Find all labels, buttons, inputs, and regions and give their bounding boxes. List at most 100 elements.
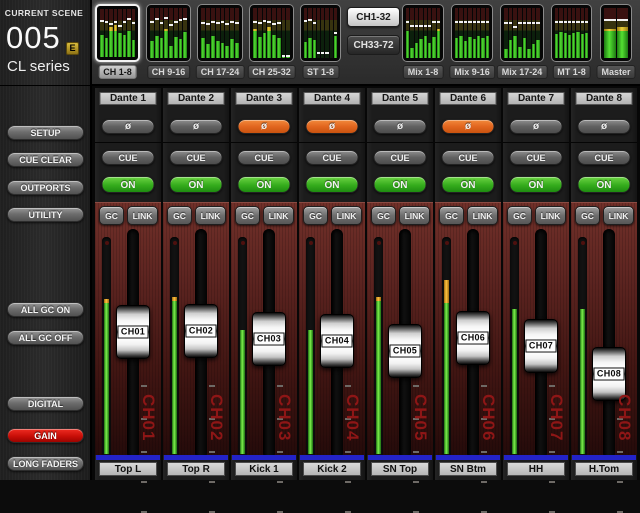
meter-bar	[572, 8, 575, 58]
gain-compensation-button[interactable]: GC	[371, 206, 396, 225]
phase-button[interactable]: ø	[102, 119, 155, 134]
fader-cap[interactable]: CH03	[252, 312, 286, 366]
gain-compensation-button[interactable]: GC	[303, 206, 328, 225]
on-button[interactable]: ON	[578, 176, 631, 193]
link-button[interactable]: LINK	[331, 206, 362, 225]
link-button[interactable]: LINK	[467, 206, 498, 225]
channel-name-label[interactable]: Kick 1	[235, 462, 293, 476]
fader-track[interactable]	[603, 229, 615, 459]
channel-name-label[interactable]: HH	[507, 462, 565, 476]
link-button[interactable]: LINK	[535, 206, 566, 225]
link-button[interactable]: LINK	[603, 206, 634, 225]
meter-bar	[277, 8, 281, 58]
on-button[interactable]: ON	[510, 176, 563, 193]
meter-block-display[interactable]	[300, 4, 341, 62]
fader-cap[interactable]: CH02	[184, 304, 218, 358]
sidebar-button-setup[interactable]: SETUP	[7, 125, 84, 140]
sidebar-button-gain[interactable]: GAIN	[7, 428, 84, 443]
meter-block-label[interactable]: ST 1-8	[302, 65, 339, 79]
phase-button[interactable]: ø	[510, 119, 563, 134]
channel-name-label[interactable]: H.Tom	[575, 462, 633, 476]
meter-bar	[100, 9, 104, 57]
cue-button[interactable]: CUE	[102, 150, 155, 165]
cue-button[interactable]: CUE	[238, 150, 291, 165]
meter-bar	[169, 8, 173, 58]
meter-block-display[interactable]	[551, 4, 592, 62]
meter-block-label[interactable]: Mix 17-24	[497, 65, 548, 79]
channel-strip: Dante 2 ø CUE ON GC LINK CH02	[163, 88, 229, 480]
meter-block-display[interactable]	[197, 4, 243, 62]
fader-cap[interactable]: CH05	[388, 324, 422, 378]
divider	[299, 142, 365, 143]
meter-block-display[interactable]	[249, 4, 294, 62]
link-button[interactable]: LINK	[195, 206, 226, 225]
meter-fill	[512, 309, 517, 454]
channel-name-label[interactable]: Top L	[99, 462, 157, 476]
meter-block-display[interactable]	[600, 4, 632, 62]
cue-button[interactable]: CUE	[306, 150, 359, 165]
gain-compensation-button[interactable]: GC	[167, 206, 192, 225]
phase-button[interactable]: ø	[442, 119, 495, 134]
on-button[interactable]: ON	[238, 176, 291, 193]
phase-button[interactable]: ø	[374, 119, 427, 134]
channel-name-label[interactable]: Top R	[167, 462, 225, 476]
bank-button-ch33-72[interactable]: CH33-72	[347, 35, 400, 55]
on-button[interactable]: ON	[442, 176, 495, 193]
meter-block-display[interactable]	[500, 4, 544, 62]
sidebar-button-cue-clear[interactable]: CUE CLEAR	[7, 152, 84, 167]
fader-cap[interactable]: CH07	[524, 319, 558, 373]
meter-block-label[interactable]: Mix 1-8	[403, 65, 444, 79]
fader-cap[interactable]: CH04	[320, 314, 354, 368]
link-button[interactable]: LINK	[263, 206, 294, 225]
meter-block-label[interactable]: Master	[596, 65, 635, 79]
sidebar-button-all-gc-off[interactable]: ALL GC OFF	[7, 330, 84, 345]
meter-block-display[interactable]	[402, 4, 444, 62]
phase-button[interactable]: ø	[306, 119, 359, 134]
sidebar-button-long-faders[interactable]: LONG FADERS	[7, 456, 84, 471]
gain-compensation-button[interactable]: GC	[99, 206, 124, 225]
cue-button[interactable]: CUE	[510, 150, 563, 165]
gain-compensation-button[interactable]: GC	[507, 206, 532, 225]
phase-button[interactable]: ø	[170, 119, 223, 134]
link-button[interactable]: LINK	[127, 206, 158, 225]
meter-block-label[interactable]: CH 25-32	[247, 65, 296, 79]
sidebar-button-digital[interactable]: DIGITAL	[7, 396, 84, 411]
gain-compensation-button[interactable]: GC	[439, 206, 464, 225]
sidebar-button-all-gc-on[interactable]: ALL GC ON	[7, 302, 84, 317]
fader-cap[interactable]: CH06	[456, 311, 490, 365]
divider	[163, 142, 229, 143]
channel-name-label[interactable]: SN Top	[371, 462, 429, 476]
meter-block-label[interactable]: CH 9-16	[147, 65, 191, 79]
sidebar-button-outports[interactable]: OUTPORTS	[7, 180, 84, 195]
gain-compensation-button[interactable]: GC	[235, 206, 260, 225]
fader-cap[interactable]: CH08	[592, 347, 626, 401]
on-button[interactable]: ON	[170, 176, 223, 193]
cue-button[interactable]: CUE	[442, 150, 495, 165]
meter-block-display[interactable]	[95, 4, 140, 62]
channel-name-label[interactable]: SN Btm	[439, 462, 497, 476]
meter-block-label[interactable]: CH 1-8	[98, 65, 137, 79]
left-column: CURRENT SCENE 005 E CL series SETUP CUE C…	[0, 0, 92, 480]
meter-block-label[interactable]: CH 17-24	[196, 65, 245, 79]
sidebar-button-utility[interactable]: UTILITY	[7, 207, 84, 222]
channel-name-label[interactable]: Kick 2	[303, 462, 361, 476]
on-button[interactable]: ON	[102, 176, 155, 193]
meter-block-label[interactable]: MT 1-8	[552, 65, 591, 79]
meter-block-display[interactable]	[451, 4, 493, 62]
meter-block-label[interactable]: Mix 9-16	[449, 65, 495, 79]
input-port-label: Dante 2	[168, 92, 225, 105]
phase-button[interactable]: ø	[578, 119, 631, 134]
gain-compensation-button[interactable]: GC	[575, 206, 600, 225]
cue-button[interactable]: CUE	[578, 150, 631, 165]
link-button[interactable]: LINK	[399, 206, 430, 225]
cue-button[interactable]: CUE	[170, 150, 223, 165]
scene-display[interactable]: CURRENT SCENE 005 E CL series	[0, 0, 92, 86]
on-button[interactable]: ON	[306, 176, 359, 193]
phase-button[interactable]: ø	[238, 119, 291, 134]
cue-button[interactable]: CUE	[374, 150, 427, 165]
meter-bar	[564, 8, 567, 58]
on-button[interactable]: ON	[374, 176, 427, 193]
bank-button-ch1-32[interactable]: CH1-32	[347, 7, 400, 27]
meter-block-display[interactable]	[146, 4, 191, 62]
fader-cap[interactable]: CH01	[116, 305, 150, 359]
